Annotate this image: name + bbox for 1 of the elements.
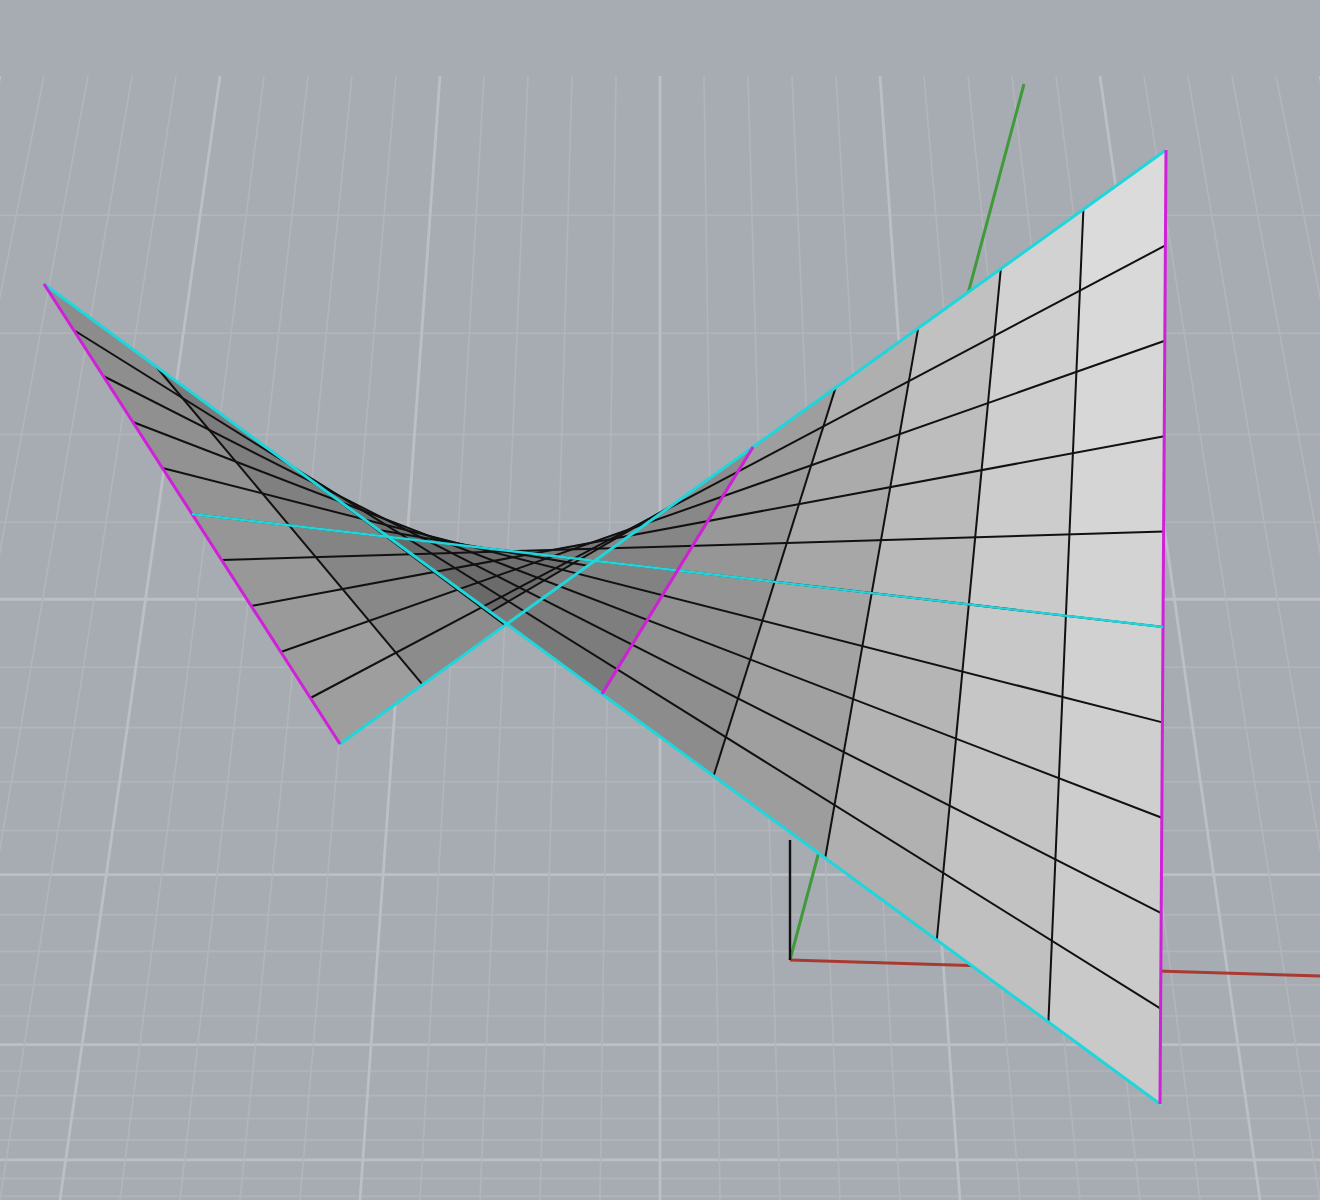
z-axis-line [788, 840, 792, 960]
